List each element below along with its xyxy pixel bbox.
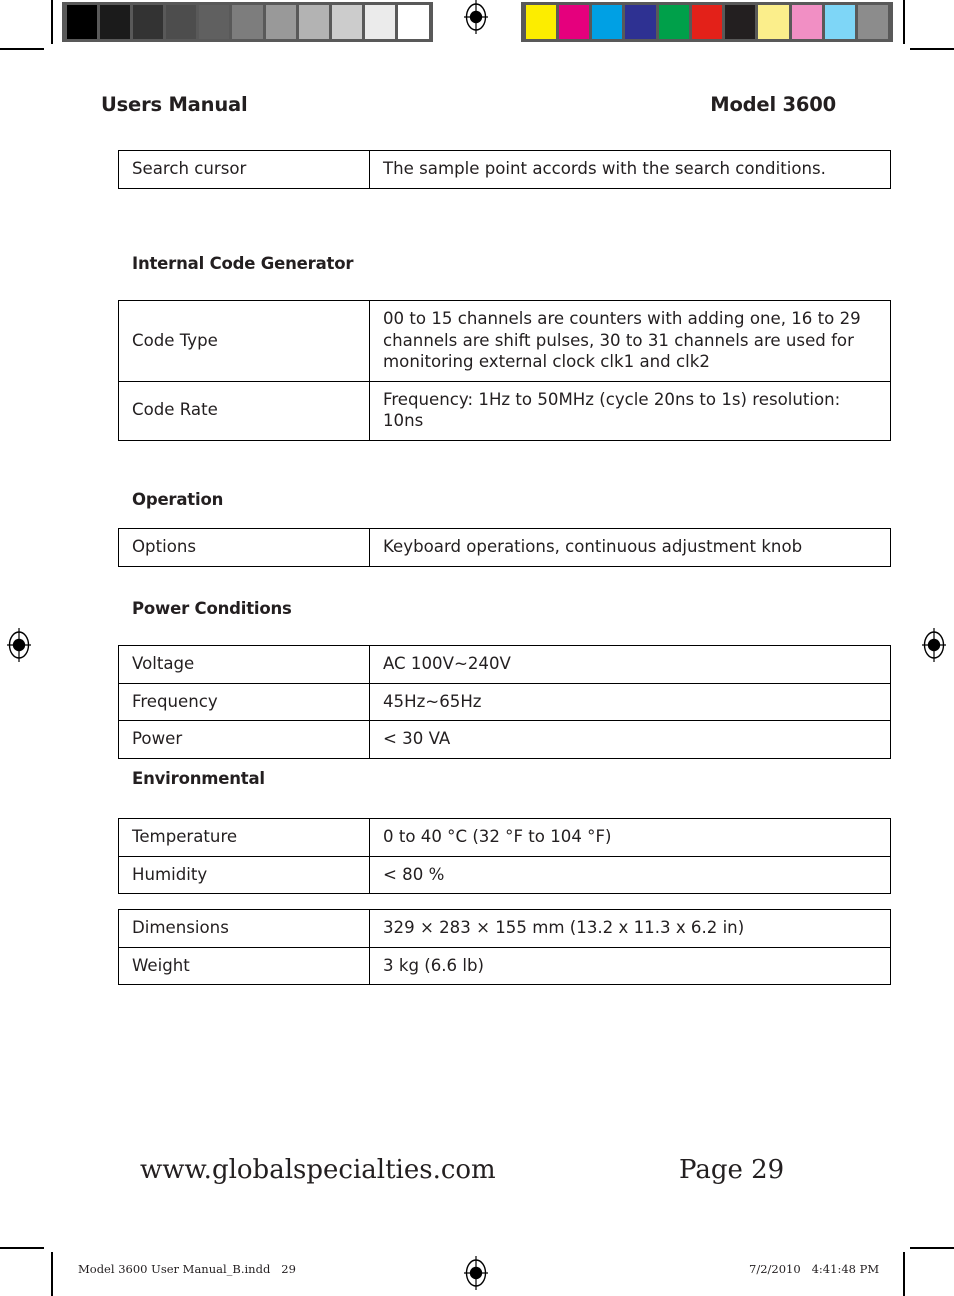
section-heading-operation: Operation [132,490,224,509]
operation-table: Options Keyboard operations, continuous a… [118,528,891,567]
spec-label-cell: Temperature [118,818,370,857]
running-head-left: Users Manual [101,93,248,116]
section-heading-power-conditions: Power Conditions [132,599,292,618]
spec-value-cell: AC 100V~240V [369,645,891,684]
spec-value-cell: Frequency: 1Hz to 50MHz (cycle 20ns to 1… [369,380,891,441]
spec-label-cell: Code Rate [118,380,370,441]
spec-label-cell: Weight [118,946,370,986]
spec-label-cell: Humidity [118,855,370,895]
spec-value-cell: 329 × 283 × 155 mm (13.2 x 11.3 x 6.2 in… [369,909,891,948]
environmental-table: Temperature 0 to 40 °C (32 °F to 104 °F)… [118,818,891,895]
spec-value-cell: < 30 VA [369,720,891,759]
table-row: Code Type 00 to 15 channels are counters … [118,300,891,382]
physical-table: Dimensions 329 × 283 × 155 mm (13.2 x 11.… [118,909,891,986]
section-heading-internal-code-generator: Internal Code Generator [132,254,354,273]
spec-label-cell: Voltage [118,645,370,684]
spec-value-cell: < 80 % [369,855,891,895]
spec-label-cell: Code Type [118,300,370,382]
table-row: Temperature 0 to 40 °C (32 °F to 104 °F) [118,818,891,857]
imprint-filename: Model 3600 User Manual_B.indd 29 [78,1262,296,1276]
spec-value-cell: 3 kg (6.6 lb) [369,946,891,986]
spec-value-cell: The sample point accords with the search… [369,150,891,189]
spec-value-cell: 45Hz~65Hz [369,682,891,722]
internal-code-generator-table: Code Type 00 to 15 channels are counters … [118,300,891,441]
table-row: Power < 30 VA [118,720,891,759]
table-row: Frequency 45Hz~65Hz [118,682,891,722]
search-cursor-table: Search cursor The sample point accords wi… [118,150,891,189]
spec-label-cell: Dimensions [118,909,370,948]
table-row: Humidity < 80 % [118,855,891,895]
power-conditions-table: Voltage AC 100V~240V Frequency 45Hz~65Hz Pow… [118,645,891,759]
footer-website-url: www.globalspecialties.com [140,1155,496,1185]
page-body: Users Manual Model 3600 Search cursor The… [0,0,954,1296]
table-row: Options Keyboard operations, continuous a… [118,528,891,567]
imprint-timestamp: 7/2/2010 4:41:48 PM [749,1262,880,1276]
table-row: Code Rate Frequency: 1Hz to 50MHz (cycle … [118,380,891,441]
spec-value-cell: Keyboard operations, continuous adjustme… [369,528,891,567]
table-row: Voltage AC 100V~240V [118,645,891,684]
spec-label-cell: Search cursor [118,150,370,189]
table-row: Dimensions 329 × 283 × 155 mm (13.2 x 11.… [118,909,891,948]
section-heading-environmental: Environmental [132,769,265,788]
footer-page-number: Page 29 [679,1155,785,1185]
table-row: Search cursor The sample point accords wi… [118,150,891,189]
running-head-right: Model 3600 [710,93,836,116]
spec-label-cell: Power [118,720,370,759]
spec-value-cell: 0 to 40 °C (32 °F to 104 °F) [369,818,891,857]
spec-label-cell: Frequency [118,682,370,722]
table-row: Weight 3 kg (6.6 lb) [118,946,891,986]
spec-label-cell: Options [118,528,370,567]
spec-value-cell: 00 to 15 channels are counters with addi… [369,300,891,382]
